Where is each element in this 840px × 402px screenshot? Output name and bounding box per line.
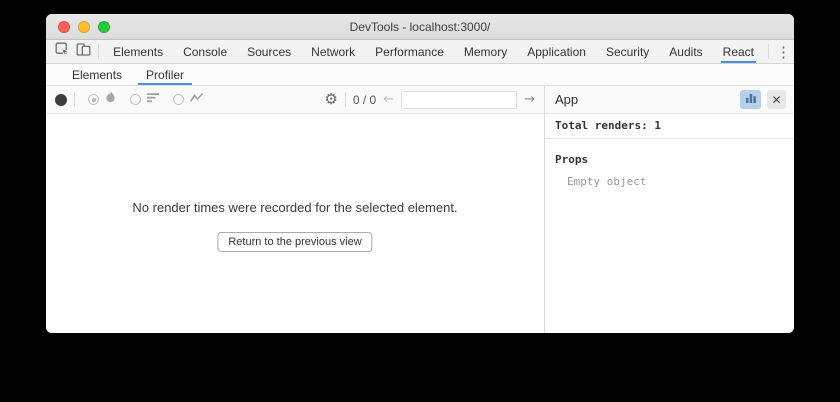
tab-audits[interactable]: Audits <box>659 40 712 63</box>
render-chart-toggle-button[interactable] <box>740 90 761 109</box>
selected-component-name: App <box>555 92 734 107</box>
devtools-tabbar: Elements Console Sources Network Perform… <box>46 40 794 64</box>
toolbar-separator <box>345 92 346 107</box>
radio-icon <box>130 94 141 105</box>
record-icon[interactable] <box>55 94 67 106</box>
tab-security[interactable]: Security <box>596 40 659 63</box>
profiler-toolbar: ⚙ 0 / 0 ← → <box>46 86 544 114</box>
window-title: DevTools - localhost:3000/ <box>350 20 491 34</box>
ranked-chart-icon <box>146 91 160 109</box>
minimize-window-button[interactable] <box>78 21 90 33</box>
profiler-empty-state: No render times were recorded for the se… <box>46 114 544 333</box>
close-window-button[interactable] <box>58 21 70 33</box>
ranked-view-radio[interactable] <box>130 91 160 109</box>
return-previous-view-button[interactable]: Return to the previous view <box>217 232 372 252</box>
inspect-cursor-icon <box>55 42 70 62</box>
subtab-profiler[interactable]: Profiler <box>134 64 196 85</box>
empty-state-message: No render times were recorded for the se… <box>46 200 544 215</box>
tabbar-separator <box>768 44 769 59</box>
radio-icon <box>173 94 184 105</box>
tab-elements[interactable]: Elements <box>103 40 173 63</box>
previous-result-icon[interactable]: ← <box>383 92 394 107</box>
close-icon[interactable]: ✕ <box>767 90 786 109</box>
titlebar: DevTools - localhost:3000/ <box>46 14 794 40</box>
radio-icon <box>88 94 99 105</box>
subtab-elements[interactable]: Elements <box>60 64 134 85</box>
tabbar-separator <box>98 44 99 59</box>
react-subtabbar: Elements Profiler <box>46 64 794 86</box>
selected-element-panel: App ✕ Total renders: 1 Props Empty objec… <box>544 86 794 333</box>
selected-element-details: Total renders: 1 Props Empty object <box>545 114 794 333</box>
tab-react[interactable]: React <box>713 40 764 63</box>
bar-chart-icon <box>745 91 757 109</box>
device-toolbar-icon <box>76 42 91 62</box>
zoom-window-button[interactable] <box>98 21 110 33</box>
interactions-chart-icon <box>189 91 204 109</box>
tab-memory[interactable]: Memory <box>454 40 517 63</box>
total-renders-row: Total renders: 1 <box>545 114 794 139</box>
props-section-label: Props <box>545 139 794 166</box>
flame-icon <box>104 90 117 109</box>
flamegraph-view-radio[interactable] <box>88 90 117 109</box>
gear-icon[interactable]: ⚙ <box>324 92 337 107</box>
devtools-window: DevTools - localhost:3000/ Elements Cons… <box>46 14 794 333</box>
tab-application[interactable]: Application <box>517 40 596 63</box>
device-toolbar-button[interactable] <box>73 40 94 63</box>
interactions-view-radio[interactable] <box>173 91 204 109</box>
inspect-element-button[interactable] <box>52 40 73 63</box>
profiler-main-column: ⚙ 0 / 0 ← → No render times were recorde… <box>46 86 544 333</box>
tab-performance[interactable]: Performance <box>365 40 454 63</box>
toolbar-separator <box>74 92 75 107</box>
traffic-lights <box>58 14 110 39</box>
overflow-menu-icon[interactable]: ⋮ <box>773 40 794 63</box>
search-results-counter: 0 / 0 <box>353 93 376 107</box>
tab-console[interactable]: Console <box>173 40 237 63</box>
profiler-content: ⚙ 0 / 0 ← → No render times were recorde… <box>46 86 794 333</box>
props-value: Empty object <box>545 166 794 188</box>
tab-network[interactable]: Network <box>301 40 365 63</box>
tab-sources[interactable]: Sources <box>237 40 301 63</box>
search-input[interactable] <box>401 91 517 109</box>
next-result-icon[interactable]: → <box>524 92 535 107</box>
selected-element-header: App ✕ <box>545 86 794 114</box>
